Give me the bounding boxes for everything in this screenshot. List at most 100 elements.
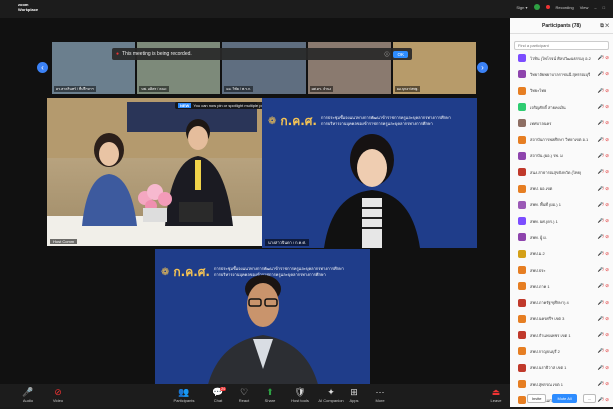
video-off-icon[interactable]: ⊘ bbox=[605, 71, 609, 77]
participant-row[interactable]: สถาบันการพลศึกษา วิทยาเขต อ.1 🎤̸ ⊘ bbox=[510, 131, 613, 147]
mic-muted-icon[interactable]: 🎤̸ bbox=[598, 186, 604, 192]
mic-muted-icon[interactable]: 🎤̸ bbox=[598, 120, 604, 126]
video-off-icon[interactable]: ⊘ bbox=[605, 55, 609, 61]
participants-button[interactable]: 👥 Participants bbox=[170, 387, 198, 403]
participant-row[interactable]: สพป.กาญจนบุรี 2 🎤̸ ⊘ bbox=[510, 343, 613, 359]
mic-muted-icon[interactable]: 🎤̸ bbox=[598, 332, 604, 338]
participant-row[interactable]: เทศบาลนคร 🎤̸ ⊘ bbox=[510, 115, 613, 131]
participant-row[interactable]: เจริญศักดิ์ สายคงเงิน 🎤̸ ⊘ bbox=[510, 99, 613, 115]
video-off-icon[interactable]: ⊘ bbox=[605, 365, 609, 371]
panel-more-button[interactable]: ... bbox=[582, 393, 597, 403]
mic-muted-icon[interactable]: 🎤̸ bbox=[598, 316, 604, 322]
video-off-icon[interactable]: ⊘ bbox=[605, 300, 609, 306]
mic-muted-icon[interactable]: 🎤̸ bbox=[598, 365, 604, 371]
mic-muted-icon[interactable]: 🎤̸ bbox=[598, 55, 604, 61]
video-off-icon[interactable]: ⊘ bbox=[605, 186, 609, 192]
mic-muted-icon[interactable]: 🎤̸ bbox=[598, 104, 604, 110]
leave-button[interactable]: ⏏ Leave bbox=[482, 387, 510, 403]
participant-search-input[interactable] bbox=[514, 41, 609, 50]
participant-row[interactable]: สพท. ผู้ ผ. 🎤̸ ⊘ bbox=[510, 229, 613, 245]
react-button[interactable]: ♡ React bbox=[230, 387, 258, 403]
mic-muted-icon[interactable]: 🎤̸ bbox=[598, 267, 604, 273]
participant-row[interactable]: สพป.สุพรรณ เขต 1 🎤̸ ⊘ bbox=[510, 376, 613, 392]
more-button[interactable]: ⋯ More bbox=[366, 387, 394, 403]
share-button[interactable]: ⬆ Share bbox=[256, 387, 284, 403]
video-off-icon[interactable]: ⊘ bbox=[605, 381, 609, 387]
sign-menu[interactable]: Sign ▾ bbox=[516, 5, 527, 10]
meeting-toolbar: 🎤 Audio ⊘ Video 👥 Participants 24 💬 Chat ♡ Rea… bbox=[0, 384, 510, 407]
participant-row[interactable]: สพป.นครศรีฯ เขต 3 🎤̸ ⊘ bbox=[510, 311, 613, 327]
mic-muted-icon[interactable]: 🎤̸ bbox=[598, 202, 604, 208]
video-off-icon[interactable]: ⊘ bbox=[605, 153, 609, 159]
participant-row[interactable]: สพท. พื้นที่ (ผอ.) 1 🎤̸ ⊘ bbox=[510, 197, 613, 213]
minimize-icon[interactable]: – bbox=[594, 5, 596, 10]
mic-muted-icon[interactable]: 🎤̸ bbox=[598, 381, 604, 387]
security-shield-icon[interactable] bbox=[533, 4, 540, 10]
host-tools-icon: 🛡 bbox=[294, 387, 306, 397]
video-off-icon[interactable]: ⊘ bbox=[605, 234, 609, 240]
maximize-icon[interactable]: □ bbox=[603, 5, 605, 10]
mic-muted-icon[interactable]: 🎤̸ bbox=[598, 218, 604, 224]
participant-row[interactable]: สพท. ผศ.(ดร.) 1 🎤̸ ⊘ bbox=[510, 213, 613, 229]
video-tile-participant[interactable]: ❁ ก.ค.ศ. การประชุมชี้แจงแนวทางการพัฒนาข้… bbox=[155, 249, 370, 399]
video-off-icon[interactable]: ⊘ bbox=[605, 332, 609, 338]
mute-all-button[interactable]: Mute All bbox=[552, 393, 577, 403]
participant-name: สพป.ประ bbox=[530, 267, 546, 273]
participant-row[interactable]: สพป.ภาค 1 🎤̸ ⊘ bbox=[510, 278, 613, 294]
participant-row[interactable]: สพป.กำแพงเพชร เขต 1 🎤̸ ⊘ bbox=[510, 327, 613, 343]
mic-muted-icon[interactable]: 🎤̸ bbox=[598, 88, 604, 94]
close-panel-icon[interactable]: ✕ bbox=[605, 23, 609, 29]
participant-row[interactable]: วิทยะไทย 🎤̸ ⊘ bbox=[510, 83, 613, 99]
video-button[interactable]: ⊘ Video bbox=[44, 387, 72, 403]
panel-title: Participants (78) bbox=[542, 22, 581, 29]
video-off-icon[interactable]: ⊘ bbox=[605, 218, 609, 224]
participant-row[interactable]: สพป.ภาครัฐฯ(ศึกษา) 4 🎤̸ ⊘ bbox=[510, 294, 613, 310]
mic-muted-icon[interactable]: 🎤̸ bbox=[598, 71, 604, 77]
prev-page-arrow-icon[interactable]: ‹ bbox=[37, 62, 48, 73]
apps-button[interactable]: ⊞ Apps bbox=[340, 387, 368, 403]
video-off-icon[interactable]: ⊘ bbox=[605, 104, 609, 110]
mic-muted-icon[interactable]: 🎤̸ bbox=[598, 169, 604, 175]
invite-button[interactable]: Invite bbox=[526, 393, 547, 403]
video-off-icon[interactable]: ⊘ bbox=[605, 348, 609, 354]
mic-muted-icon[interactable]: 🎤̸ bbox=[598, 348, 604, 354]
info-icon[interactable]: ⓘ bbox=[384, 51, 389, 58]
popout-icon[interactable]: ⧉ bbox=[600, 23, 604, 29]
chat-button[interactable]: 24 💬 Chat bbox=[204, 387, 232, 403]
video-off-icon[interactable]: ⊘ bbox=[605, 169, 609, 175]
mic-muted-icon[interactable]: 🎤̸ bbox=[598, 234, 604, 240]
video-tile-host[interactable]: Host Comm bbox=[47, 98, 262, 246]
mic-muted-icon[interactable]: 🎤̸ bbox=[598, 137, 604, 143]
mic-muted-icon[interactable]: 🎤̸ bbox=[598, 300, 604, 306]
participant-row[interactable]: ไวทิน (ไพโรจน์ ศิลปวัฒนธรรม) อ.2 🎤̸ ⊘ bbox=[510, 50, 613, 66]
video-tile-speaker[interactable]: ❁ ก.ค.ศ. การประชุมชี้แจงแนวทางการพัฒนาข้… bbox=[262, 98, 477, 248]
participant-row[interactable]: สพป.ประ 🎤̸ ⊘ bbox=[510, 262, 613, 278]
avatar bbox=[518, 168, 526, 177]
host-tools-button[interactable]: 🛡 Host tools bbox=[286, 387, 314, 403]
participant-row[interactable]: วิทยาลัยพยาบาลราชนนี สุพรรณบุรี 🎤̸ ⊘ bbox=[510, 66, 613, 82]
participant-row[interactable]: สนง.สาธารณสุขจังหวัด (ไทย) 🎤̸ ⊘ bbox=[510, 164, 613, 180]
audio-button[interactable]: 🎤 Audio bbox=[14, 387, 42, 403]
mic-muted-icon[interactable]: 🎤̸ bbox=[598, 283, 604, 289]
mic-muted-icon[interactable]: 🎤̸ bbox=[598, 153, 604, 159]
view-button[interactable]: View bbox=[580, 5, 589, 10]
participant-name: สพท. พื้นที่ (ผอ.) 1 bbox=[530, 202, 561, 208]
spotlight-notice: NEW You can now pin or spotlight multiple… bbox=[175, 102, 275, 109]
mic-muted-icon[interactable]: 🎤̸ bbox=[598, 251, 604, 257]
participant-row[interactable]: สพป.นราธิวาส เขต 1 🎤̸ ⊘ bbox=[510, 360, 613, 376]
video-off-icon[interactable]: ⊘ bbox=[605, 316, 609, 322]
video-off-icon[interactable]: ⊘ bbox=[605, 120, 609, 126]
video-off-icon[interactable]: ⊘ bbox=[605, 137, 609, 143]
avatar bbox=[518, 119, 526, 128]
recording-label[interactable]: Recording bbox=[556, 5, 574, 10]
participant-row[interactable]: สพป.ม.2 🎤̸ ⊘ bbox=[510, 246, 613, 262]
video-off-icon[interactable]: ⊘ bbox=[605, 283, 609, 289]
video-off-icon[interactable]: ⊘ bbox=[605, 267, 609, 273]
participant-row[interactable]: สพป. ผอ.เขต 🎤̸ ⊘ bbox=[510, 180, 613, 196]
video-off-icon[interactable]: ⊘ bbox=[605, 251, 609, 257]
recording-ok-button[interactable]: OK bbox=[393, 50, 408, 58]
next-page-arrow-icon[interactable]: › bbox=[477, 62, 488, 73]
video-off-icon[interactable]: ⊘ bbox=[605, 88, 609, 94]
participant-row[interactable]: สถาบัน (ผอ.) รพ. ม 🎤̸ ⊘ bbox=[510, 148, 613, 164]
video-off-icon[interactable]: ⊘ bbox=[605, 202, 609, 208]
